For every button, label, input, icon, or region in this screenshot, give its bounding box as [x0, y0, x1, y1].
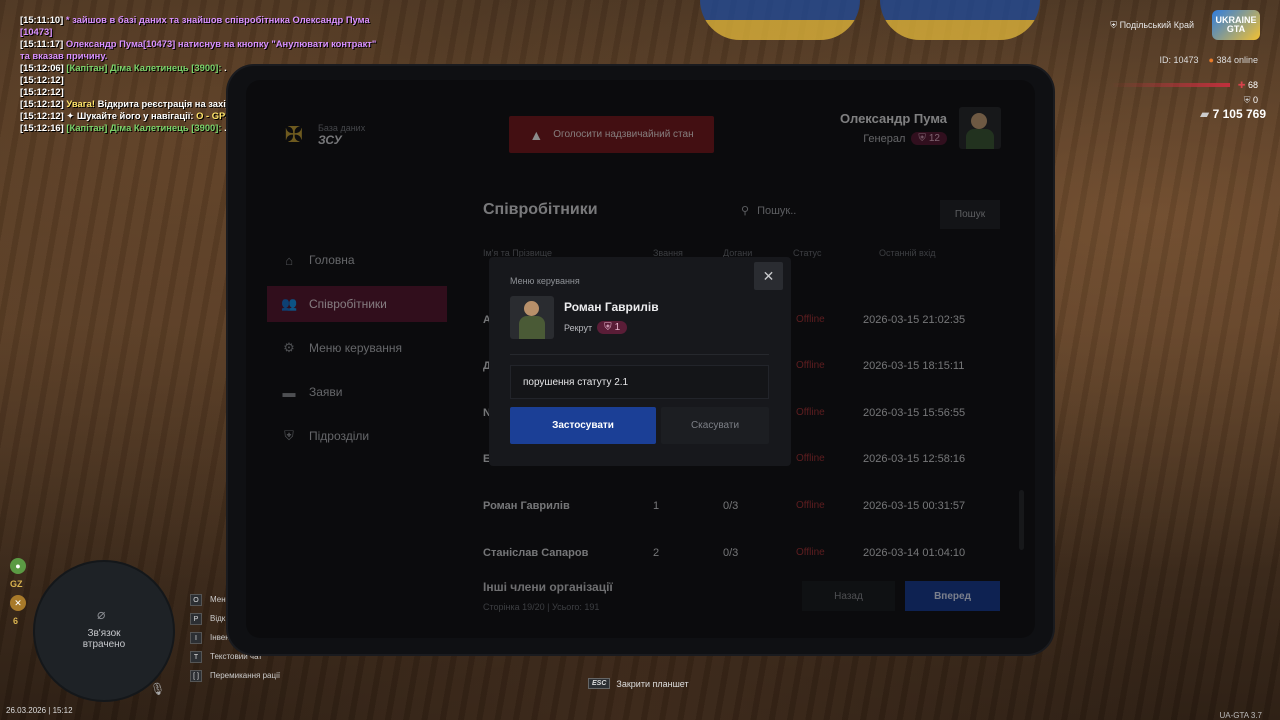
key-cap: I — [190, 631, 202, 644]
health-value: ✚ 68 — [1237, 80, 1258, 90]
minimap: ⌀ Зв'язок втрачено — [33, 560, 175, 702]
key-cap: P — [190, 612, 202, 625]
chat-line: [15:11:17] Олександр Пума[10473] натисну… — [20, 38, 377, 49]
server-info: ID: 10473 ● 384 online — [1159, 55, 1258, 65]
gz-label: GZ — [10, 579, 23, 589]
date-time: 26.03.2026 | 15:12 — [6, 706, 73, 715]
flag-decoration — [880, 0, 1040, 40]
chat-line: та вказав причину. — [20, 50, 108, 61]
money-value: ▰ 7 105 769 — [1200, 107, 1266, 121]
reason-input[interactable] — [510, 365, 769, 399]
employee-name: Роман Гаврилів — [564, 300, 659, 314]
online-count: ● 384 online — [1208, 55, 1259, 65]
divider — [510, 354, 769, 355]
no-signal-icon: ⌀ — [97, 606, 106, 622]
player-id: ID: 10473 — [1159, 55, 1199, 65]
chat-line: [15:11:10] * зайшов в базі даних та знай… — [20, 14, 370, 25]
key-cap: [ ] — [190, 669, 202, 682]
status-icon: ● — [10, 558, 26, 574]
key-cap: T — [190, 650, 202, 663]
control-menu-modal: Меню керування ✕ Роман Гаврилів Рекрут ⛨… — [489, 257, 791, 466]
close-tablet-hint: ESC Закрити планшет — [588, 678, 689, 689]
task-icon: ✕ — [10, 595, 26, 611]
key-cap: O — [190, 593, 202, 606]
signal-lost-text: Зв'язок втрачено — [82, 628, 126, 650]
rank-badge: ⛨ 1 — [597, 321, 628, 334]
server-logo: UKRAINE GTA — [1212, 10, 1260, 40]
region-label: ⛨ Подільський Край — [1110, 20, 1194, 30]
keybind-item: [ ] Перемикання рації — [190, 666, 280, 685]
flag-decoration — [700, 0, 860, 40]
health-bar — [1110, 83, 1230, 87]
employee-rank: Рекрут ⛨ 1 — [564, 321, 628, 334]
modal-title: Меню керування — [510, 276, 580, 286]
task-count: 6 — [13, 616, 19, 626]
employee-avatar — [510, 296, 554, 339]
microphone-icon: 🎙 — [150, 682, 166, 696]
chat-line: [10473] — [20, 26, 53, 37]
esc-key: ESC — [588, 678, 611, 689]
apply-button[interactable]: Застосувати — [510, 407, 656, 444]
close-icon[interactable]: ✕ — [754, 262, 783, 290]
armor-value: ⛨ 0 — [1243, 95, 1258, 105]
cancel-button[interactable]: Скасувати — [661, 407, 769, 444]
game-version: UA-GTA 3.7 — [1219, 711, 1262, 720]
